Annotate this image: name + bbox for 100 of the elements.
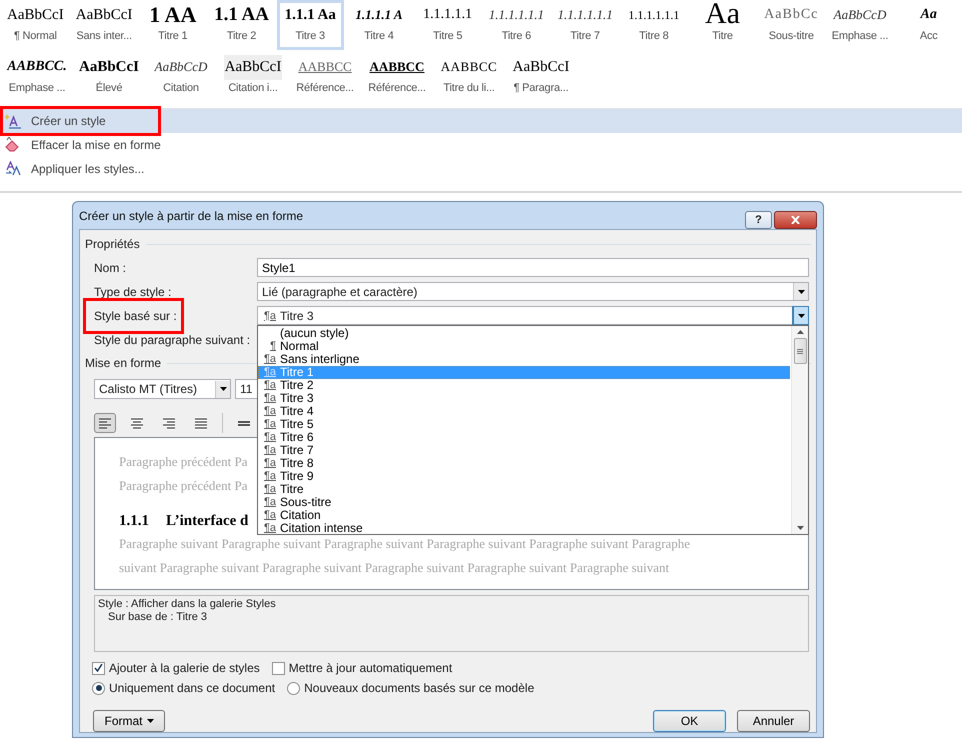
style-preview: Aa (705, 3, 740, 28)
style-preview: AaBbCcD (834, 6, 886, 24)
menu-item[interactable]: Effacer la mise en forme (0, 133, 962, 157)
style-preview: AABBCC (440, 58, 498, 76)
style-tile[interactable]: AaBbCc Sous-titre (758, 0, 825, 50)
style-name: Titre 3 (296, 30, 325, 42)
dropdown-option[interactable]: ¶a Citation intense (258, 522, 790, 535)
scroll-thumb[interactable] (794, 338, 806, 364)
style-tile[interactable]: AaBbCcI Élevé (74, 52, 144, 102)
preview-text: Paragraphe précédent Pa (119, 477, 248, 495)
preview-text: suivant Paragraphe suivant Paragraphe suivant Paragraphe suivant Paragraphe suivant Paragraphe suivant (119, 559, 670, 577)
dropdown-option[interactable]: ¶ Normal (258, 340, 790, 353)
format-button[interactable]: Format (93, 710, 165, 732)
preview-text: Paragraphe suivant Paragraphe suivant Paragraphe suivant Paragraphe suivant Paragraphe suivant Paragraphe (119, 535, 690, 553)
line-spacing-icon (238, 420, 250, 426)
style-tile[interactable]: AaBbCcI Sans inter... (70, 0, 138, 50)
group-heading: Mise en forme (85, 356, 162, 370)
style-tile[interactable]: AABBCC Référence... (290, 52, 360, 102)
style-tile[interactable]: 1.1.1.1 A Titre 4 (346, 0, 412, 50)
style-tile[interactable]: 1.1.1.1.1.1 Titre 6 (483, 0, 550, 50)
style-name: Emphase ... (832, 30, 888, 42)
dropdown-option[interactable]: ¶a Titre 6 (258, 431, 790, 444)
style-type-mark: ¶a (262, 310, 276, 322)
style-tile[interactable]: 1.1 AA Titre 2 (208, 0, 275, 50)
window-title: Créer un style à partir de la mise en forme (79, 208, 304, 222)
scroll-up-icon (796, 330, 804, 334)
style-name: Citation (163, 82, 199, 94)
checkbox[interactable] (272, 662, 285, 674)
name-field[interactable]: Style1 (257, 258, 809, 277)
style-tile[interactable]: 1.1.1.1.1.1 Titre 8 (620, 0, 688, 50)
radio-option[interactable]: Uniquement dans ce document (92, 680, 276, 696)
scrollbar[interactable] (791, 326, 808, 534)
align-left-icon (98, 418, 112, 428)
align-center-icon (130, 418, 144, 428)
toolbar-button[interactable] (94, 413, 116, 433)
style-preview: AaBbCcI (7, 6, 64, 25)
checkbox-option[interactable]: Ajouter à la galerie de styles (92, 660, 260, 676)
style-tile[interactable]: Aa Acc (895, 0, 962, 50)
dialog-button[interactable]: Annuler (737, 710, 810, 732)
align-right-icon (162, 418, 176, 428)
style-tile[interactable]: AABBCC. Emphase ... (2, 52, 72, 102)
letter-arrow-icon (5, 161, 22, 177)
style-dropdown[interactable]: Lié (paragraphe et caractère) (257, 282, 809, 301)
style-tile[interactable]: AABBCC Référence... (362, 52, 432, 102)
caret-icon (146, 719, 154, 723)
preview-text: Paragraphe précédent Pa (119, 453, 248, 471)
dropdown-option[interactable]: ¶a Sans interligne (258, 353, 790, 366)
checkbox[interactable] (92, 662, 105, 674)
style-preview: 1.1.1.1 A (355, 6, 403, 24)
dropdown-option[interactable]: ¶a Titre 9 (258, 470, 790, 483)
style-tile[interactable]: Aa Titre (689, 0, 756, 50)
style-dropdown[interactable]: ¶a Titre 3 (257, 306, 809, 325)
style-tile[interactable]: 1.1.1.1.1.1 Titre 7 (552, 0, 618, 50)
dropdown-option[interactable]: ¶a Citation (258, 509, 790, 522)
dropdown-option[interactable]: ¶a Titre 5 (258, 418, 790, 431)
style-preview: AaBbCcI (512, 58, 570, 77)
style-name: Titre 8 (639, 30, 669, 42)
style-tile[interactable]: 1 AA Titre 1 (139, 0, 206, 50)
style-tile[interactable]: AaBbCcI ¶ Paragra... (506, 52, 576, 102)
style-preview: 1.1 AA (214, 3, 269, 27)
style-tile[interactable]: AaBbCcI ¶ Normal (2, 0, 69, 50)
field-label: Style du paragraphe suivant : (94, 332, 250, 346)
radio-option[interactable]: Nouveaux documents basés sur ce modèle (287, 680, 534, 696)
dialog-button[interactable]: OK (653, 710, 726, 732)
style-tile[interactable]: AaBbCcD Citation (146, 52, 216, 102)
close-icon (791, 216, 800, 224)
help-button[interactable]: ? (745, 211, 772, 229)
sparkle-letter-icon (5, 113, 22, 129)
radio-button[interactable] (287, 682, 300, 694)
menu-item[interactable]: Créer un style (0, 109, 962, 133)
style-tile[interactable]: 1.1.1.1.1 Titre 5 (414, 0, 482, 50)
menu-item[interactable]: Appliquer les styles... (0, 157, 962, 181)
style-tile[interactable]: 1.1.1 Aa Titre 3 (276, 0, 344, 50)
field-label: Nom : (94, 260, 126, 274)
style-name: Titre 2 (226, 30, 256, 42)
dropdown-option[interactable]: ¶a Titre 8 (258, 457, 790, 470)
check-icon (94, 664, 103, 672)
dropdown-option[interactable]: (aucun style) (258, 327, 790, 340)
checkbox-option[interactable]: Mettre à jour automatiquement (272, 660, 452, 676)
style-tile[interactable]: AaBbCcI Citation i... (218, 52, 288, 102)
style-name: Référence... (368, 82, 426, 94)
style-preview: AaBbCcD (154, 58, 208, 76)
justify-icon (194, 418, 208, 428)
dropdown-option[interactable]: ¶a Titre 7 (258, 444, 790, 457)
dropdown-option[interactable]: ¶a Titre (258, 483, 790, 496)
font-dropdown[interactable]: Calisto MT (Titres) (94, 379, 231, 399)
radio-button[interactable] (92, 682, 105, 694)
dropdown-value: Lié (paragraphe et caractère) (262, 284, 418, 298)
style-name: Titre 4 (364, 30, 394, 42)
style-tile[interactable]: AABBCC Titre du li... (434, 52, 504, 102)
style-name: Sous-titre (768, 30, 814, 42)
close-button[interactable] (774, 211, 817, 229)
style-preview: Aa (920, 6, 937, 24)
field-label: Type de style : (94, 284, 172, 298)
style-name: Titre 5 (432, 30, 462, 42)
style-tile[interactable]: AaBbCcD Emphase ... (826, 0, 894, 50)
style-preview: 1.1.1.1.1.1 (488, 6, 544, 24)
dropdown-option[interactable]: ¶a Titre 4 (258, 405, 790, 418)
dropdown-option[interactable]: ¶a Sous-titre (258, 496, 790, 509)
heading-number: 1.1.1 (119, 512, 149, 531)
